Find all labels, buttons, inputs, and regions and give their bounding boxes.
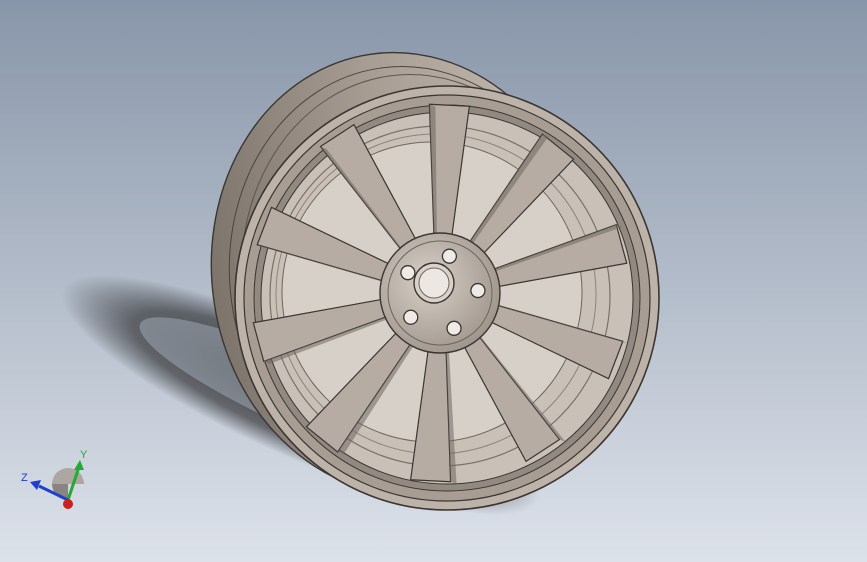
z-axis-label: Z [21,472,28,484]
y-axis-label: Y [80,449,88,461]
coordinate-triad[interactable]: Y Z [0,0,867,562]
graphics-viewport[interactable]: Y Z [0,0,867,562]
triad-x-axis [63,499,73,509]
